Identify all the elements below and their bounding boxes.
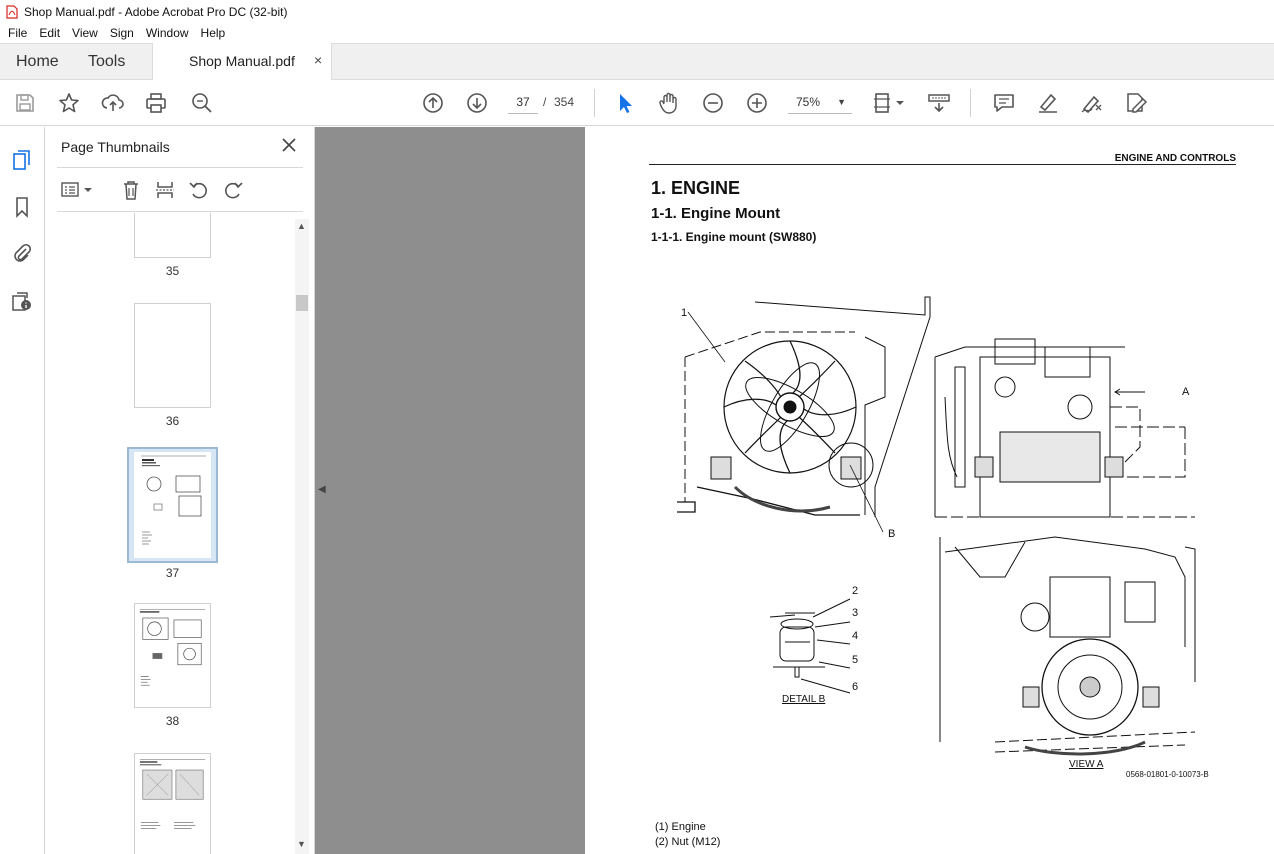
heading-engine: 1. ENGINE xyxy=(651,178,741,198)
tab-bar: Home Tools Shop Manual.pdf × xyxy=(0,43,1274,81)
thumbnail-preview xyxy=(134,452,211,558)
thumbnail-page-number: 36 xyxy=(165,414,180,428)
draw-icon[interactable] xyxy=(1080,91,1104,115)
document-tab-label: Shop Manual.pdf xyxy=(189,53,295,69)
page-fit-icon[interactable] xyxy=(872,91,906,115)
bookmark-star-icon[interactable] xyxy=(57,91,81,115)
thumbnail-scrollbar[interactable]: ▲ ▼ xyxy=(295,219,309,854)
figure-code: 0568-01801-0-10073-B xyxy=(1126,770,1209,779)
bookmarks-icon[interactable] xyxy=(11,196,33,218)
page-separator: / xyxy=(543,95,547,109)
thumbnail-page[interactable] xyxy=(134,753,211,854)
zoom-out-icon[interactable] xyxy=(701,91,725,115)
thumbnail-preview xyxy=(139,609,206,686)
acrobat-logo-icon xyxy=(6,4,18,19)
legend-item: (1) Engine xyxy=(655,821,706,833)
zoom-level-value: 75% xyxy=(796,95,821,109)
attachments-icon[interactable] xyxy=(11,242,33,264)
print-icon[interactable] xyxy=(144,91,168,115)
thumbnail-page-number: 38 xyxy=(165,714,180,728)
page-thumbnails-panel: Page Thumbnails 35 36 37 38 ▲ ▼ xyxy=(45,127,315,854)
callout-6: 6 xyxy=(852,681,859,693)
page-up-icon[interactable] xyxy=(421,91,445,115)
callout-3: 3 xyxy=(852,607,859,619)
thumbnail-options-icon[interactable] xyxy=(60,179,94,201)
close-tab-icon[interactable]: × xyxy=(314,52,322,68)
callout-2: 2 xyxy=(852,585,859,597)
page-count: 354 xyxy=(554,95,575,109)
callout-5: 5 xyxy=(852,654,859,666)
menu-window[interactable]: Window xyxy=(140,26,195,40)
tab-tools[interactable]: Tools xyxy=(88,44,125,80)
page-number-input[interactable]: 37 xyxy=(508,90,538,114)
collapse-panel-icon[interactable]: ◀ xyxy=(318,484,334,502)
extract-pages-icon[interactable] xyxy=(154,179,176,201)
chevron-down-icon: ▼ xyxy=(837,97,846,107)
tab-home[interactable]: Home xyxy=(16,44,59,80)
select-cursor-icon[interactable] xyxy=(613,91,637,115)
panel-divider xyxy=(57,167,303,168)
rotate-clockwise-icon[interactable] xyxy=(222,179,244,201)
menu-edit[interactable]: Edit xyxy=(33,26,66,40)
window-title: Shop Manual.pdf - Adobe Acrobat Pro DC (… xyxy=(24,4,288,19)
upload-icon[interactable] xyxy=(101,91,125,115)
close-panel-icon[interactable] xyxy=(281,137,297,153)
delete-page-icon[interactable] xyxy=(120,179,142,201)
scroll-down-icon[interactable]: ▼ xyxy=(297,839,306,849)
thumbnail-page-number: 37 xyxy=(165,566,180,580)
left-navigation-rail xyxy=(0,127,45,854)
thumbnail-page-number: 35 xyxy=(165,264,180,278)
pdf-page: ENGINE AND CONTROLS 1. ENGINE 1-1. Engin… xyxy=(585,127,1274,854)
thumbnail-list: 35 36 37 38 xyxy=(45,213,295,854)
panel-divider xyxy=(57,211,303,212)
scroll-mode-icon[interactable] xyxy=(927,91,951,115)
heading-engine-mount-sw880: 1-1-1. Engine mount (SW880) xyxy=(651,230,817,244)
thumbnail-page-selected[interactable] xyxy=(127,447,218,563)
callout-b: B xyxy=(888,528,896,540)
menu-view[interactable]: View xyxy=(66,26,104,40)
scrollbar-handle[interactable] xyxy=(296,295,308,311)
callout-a: A xyxy=(1182,386,1190,398)
menu-bar: File Edit View Sign Window Help xyxy=(0,23,1274,43)
zoom-in-icon[interactable] xyxy=(745,91,769,115)
thumbnail-page[interactable] xyxy=(134,213,211,258)
panel-title: Page Thumbnails xyxy=(61,139,170,155)
engine-mount-diagram xyxy=(677,296,1196,756)
tab-document[interactable]: Shop Manual.pdf × xyxy=(152,43,332,81)
zoom-level-dropdown[interactable]: 75% ▼ xyxy=(788,90,852,114)
thumbnail-preview xyxy=(139,759,206,829)
thumbnail-page[interactable] xyxy=(134,603,211,708)
thumbnail-page[interactable] xyxy=(134,303,211,408)
toolbar-divider xyxy=(970,89,971,117)
section-header: ENGINE AND CONTROLS xyxy=(1114,153,1236,164)
header-rule xyxy=(649,164,1236,165)
comment-icon[interactable] xyxy=(992,91,1016,115)
menu-help[interactable]: Help xyxy=(195,26,232,40)
fill-sign-icon[interactable] xyxy=(1124,91,1148,115)
accessibility-icon[interactable] xyxy=(11,290,33,312)
hand-icon[interactable] xyxy=(657,91,681,115)
legend-item: (2) Nut (M12) xyxy=(655,836,721,848)
menu-sign[interactable]: Sign xyxy=(104,26,140,40)
find-zoom-icon[interactable] xyxy=(190,91,214,115)
menu-file[interactable]: File xyxy=(2,26,33,40)
detail-b-label: DETAIL B xyxy=(782,694,826,705)
heading-engine-mount: 1-1. Engine Mount xyxy=(651,205,781,222)
title-bar: Shop Manual.pdf - Adobe Acrobat Pro DC (… xyxy=(0,0,1274,23)
main-toolbar: 37 / 354 75% ▼ xyxy=(0,80,1274,126)
save-icon[interactable] xyxy=(13,91,37,115)
rotate-counterclockwise-icon[interactable] xyxy=(188,179,210,201)
scroll-up-icon[interactable]: ▲ xyxy=(297,221,306,231)
page-thumbnails-icon[interactable] xyxy=(11,149,33,171)
highlight-pen-icon[interactable] xyxy=(1036,91,1060,115)
page-down-icon[interactable] xyxy=(465,91,489,115)
callout-1: 1 xyxy=(681,307,688,319)
callout-4: 4 xyxy=(852,630,859,642)
view-a-label: VIEW A xyxy=(1069,759,1104,770)
toolbar-divider xyxy=(594,89,595,117)
